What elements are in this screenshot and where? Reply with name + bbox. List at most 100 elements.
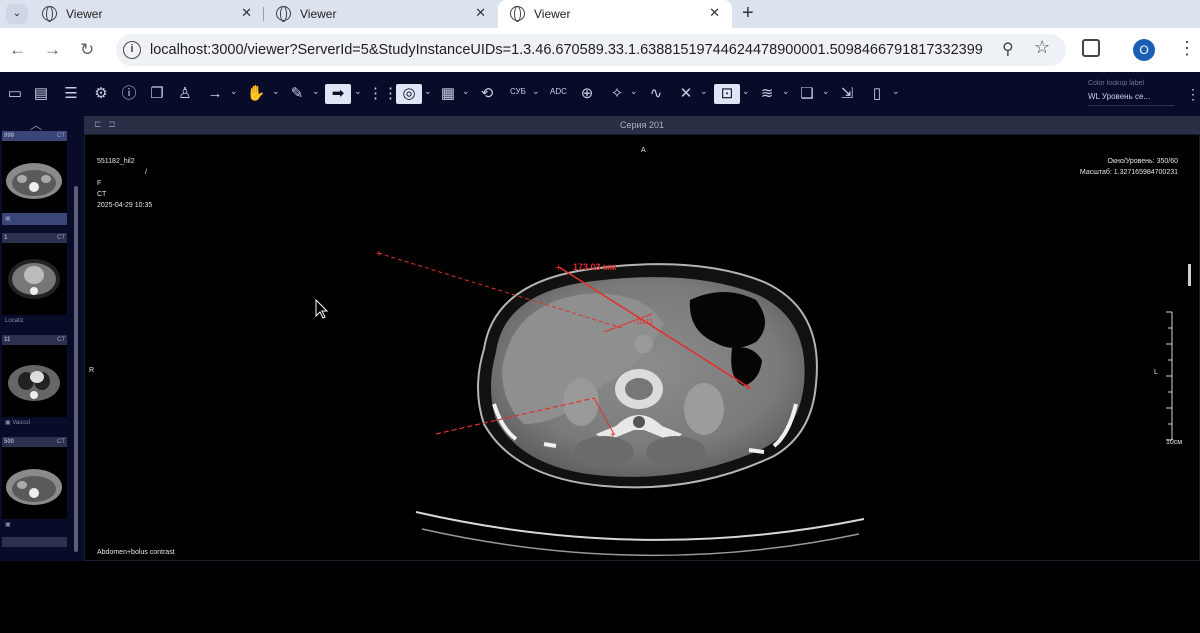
stack-dropdown-icon[interactable]: ⌄: [462, 86, 470, 97]
series-thumbnail[interactable]: [2, 537, 67, 633]
zoom-icon[interactable]: ⚲: [1002, 39, 1014, 59]
document-dropdown-icon[interactable]: ⌄: [892, 86, 900, 97]
pin-dropdown-icon[interactable]: ⌄: [630, 86, 638, 97]
new-tab-button[interactable]: +: [742, 2, 754, 25]
orientation-marker-left: R: [89, 367, 95, 374]
ruler-icon[interactable]: ✎: [286, 84, 308, 104]
folder-icon[interactable]: ▭: [4, 84, 26, 104]
stack-scroll-icon[interactable]: ▦: [437, 84, 459, 104]
thumbnail-footer-text: Localiz: [5, 318, 24, 324]
browser-tab[interactable]: Viewer ✕: [264, 0, 498, 28]
toolbar-more-icon[interactable]: ⋮: [1186, 86, 1200, 103]
tab-close-icon[interactable]: ✕: [709, 5, 720, 21]
grid-icon[interactable]: ⋮⋮: [368, 84, 398, 104]
forward-icon[interactable]: →: [44, 40, 61, 60]
url-text[interactable]: localhost:3000/viewer?ServerId=5&StudyIn…: [150, 42, 983, 58]
color-lookup-label: Color lookup label: [1088, 80, 1145, 87]
ruler-dropdown-icon[interactable]: ⌄: [312, 86, 320, 97]
tab-search-dropdown-icon[interactable]: ⌄: [6, 4, 28, 24]
magnify-dropdown-icon[interactable]: ⌄: [424, 86, 432, 97]
pan-dropdown-icon[interactable]: ⌄: [272, 86, 280, 97]
measurement-length-label[interactable]: 173.03 мм: [573, 262, 617, 272]
thumbnail-series-icon: ▣: [5, 522, 11, 528]
orientation-marker-top: A: [641, 147, 646, 154]
close-x-icon[interactable]: ✕: [675, 84, 697, 104]
tab-close-icon[interactable]: ✕: [241, 5, 252, 21]
cyb-dropdown-icon[interactable]: ⌄: [532, 86, 540, 97]
cyb-label[interactable]: СУБ: [510, 87, 526, 96]
browser-tab[interactable]: Viewer ✕: [30, 0, 264, 28]
settings-sliders-icon[interactable]: ⚙: [90, 84, 112, 104]
color-lookup-select[interactable]: WL Уровень се...: [1088, 92, 1174, 106]
close-dropdown-icon[interactable]: ⌄: [700, 86, 708, 97]
reload-icon[interactable]: ↻: [80, 40, 94, 60]
pan-hand-icon[interactable]: ✋: [245, 84, 267, 104]
thumbnail-header: [2, 537, 67, 547]
series-thumbnail[interactable]: 11 CT ▣ Vascul: [2, 335, 67, 431]
crop-icon[interactable]: ⊡: [714, 84, 740, 104]
series-stack-icon[interactable]: ❐: [146, 84, 168, 104]
globe-icon: [276, 6, 291, 22]
copy-icon[interactable]: ❏: [796, 84, 818, 104]
patient-info-overlay: 551182_hil2 / F CT 2025-04-29 10:35: [97, 156, 152, 211]
magnify-search-icon[interactable]: ◎: [396, 84, 422, 104]
aorta: [635, 335, 653, 353]
browser-tab-active[interactable]: Viewer ✕: [498, 0, 732, 28]
side-panel-scrollbar[interactable]: [74, 186, 78, 552]
bookmark-star-icon[interactable]: ☆: [1034, 37, 1050, 58]
back-icon[interactable]: ←: [9, 40, 26, 60]
export-icon[interactable]: ⇲: [836, 84, 858, 104]
orientation-marker-right: L: [1154, 369, 1158, 376]
info-circle-icon[interactable]: ⓘ: [118, 84, 140, 104]
right-kidney: [563, 378, 599, 426]
globe-icon: [510, 6, 525, 22]
window-level-icon[interactable]: ➡: [325, 84, 351, 104]
site-info-icon[interactable]: i: [123, 41, 141, 59]
document-icon[interactable]: ▯: [866, 84, 888, 104]
browser-menu-icon[interactable]: ⋮: [1178, 38, 1196, 59]
thumbnail-footer: ▣: [2, 519, 67, 531]
browser-tab-strip: ⌄ Viewer ✕ Viewer ✕ Viewer ✕ +: [0, 0, 1200, 28]
thumbnail-series-icon: ▣: [5, 216, 11, 222]
thumbnail-modality: CT: [57, 133, 65, 139]
measurement-handle[interactable]: +: [376, 249, 382, 260]
arrow-dropdown-icon[interactable]: ⌄: [230, 86, 238, 97]
spinal-canal: [633, 416, 645, 428]
window-level-dropdown-icon[interactable]: ⌄: [354, 86, 362, 97]
adc-label[interactable]: ADC: [550, 87, 567, 96]
thumbnail-modality: CT: [57, 439, 65, 445]
save-icon[interactable]: ▤: [30, 84, 52, 104]
layers-dropdown-icon[interactable]: ⌄: [782, 86, 790, 97]
ct-scan-image[interactable]: + + + + 173.03 мм 10.11: [84, 134, 1200, 561]
viewport-header: ⊏ ⊐ Серия 201: [84, 116, 1200, 134]
pin-icon[interactable]: ✧: [606, 84, 628, 104]
measurement-small-label[interactable]: 10.11: [636, 319, 653, 326]
measurement-handle[interactable]: +: [745, 382, 751, 394]
list-icon[interactable]: ☰: [60, 84, 82, 104]
copy-dropdown-icon[interactable]: ⌄: [822, 86, 830, 97]
series-thumbnail[interactable]: 500 CT ▣: [2, 437, 67, 533]
profile-avatar[interactable]: O: [1133, 39, 1155, 61]
series-thumbnail[interactable]: 999 CT ▣: [2, 131, 67, 227]
patient-sex: F: [97, 180, 102, 187]
scale-ruler: [1166, 311, 1173, 441]
address-bar[interactable]: i localhost:3000/viewer?ServerId=5&Study…: [116, 34, 1066, 66]
image-scroll-indicator[interactable]: [1188, 264, 1191, 286]
series-description: Abdomen+bolus contrast: [97, 549, 175, 556]
arrow-icon[interactable]: →: [204, 84, 226, 104]
thumbnail-image: [2, 447, 67, 519]
extensions-icon[interactable]: [1082, 39, 1100, 57]
ct-table-arc: [415, 511, 865, 541]
waveform-icon[interactable]: ∿: [645, 84, 667, 104]
crosshair-icon[interactable]: ⊕: [576, 84, 598, 104]
layers-icon[interactable]: ≋: [756, 84, 778, 104]
thumbnail-number: 1: [4, 235, 8, 241]
measurement-handle[interactable]: +: [610, 430, 616, 441]
measurement-handle[interactable]: +: [555, 262, 561, 274]
reset-icon[interactable]: ⟲: [476, 84, 498, 104]
ct-table-arc: [421, 528, 860, 557]
series-thumbnail[interactable]: 1 CT Localiz: [2, 233, 67, 329]
anonymize-icon[interactable]: ♙: [174, 84, 196, 104]
crop-dropdown-icon[interactable]: ⌄: [742, 86, 750, 97]
tab-close-icon[interactable]: ✕: [475, 5, 486, 21]
